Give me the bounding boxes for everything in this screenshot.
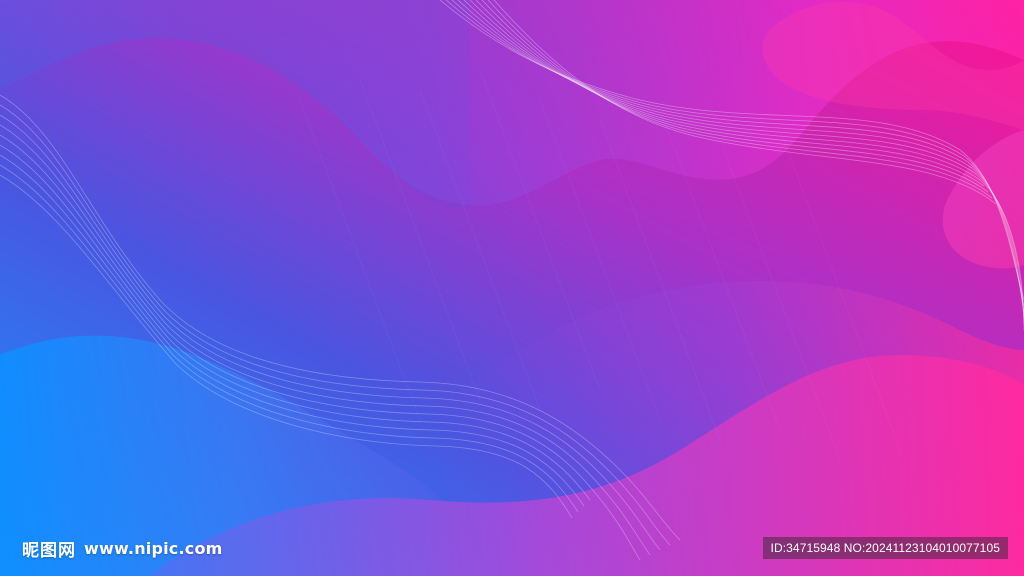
watermark-logo-url: www.nipic.com — [84, 539, 223, 558]
image-id-badge: ID:34715948 NO:20241123104010077105 — [762, 537, 1008, 559]
gradient-wave-artwork — [0, 0, 1024, 576]
abstract-gradient-background: 昵图网 www.nipic.com ID:34715948 NO:2024112… — [0, 0, 1024, 576]
watermark-logo-chinese: 昵图网 — [22, 541, 76, 561]
site-watermark-logo: 昵图网 www.nipic.com — [22, 536, 223, 561]
